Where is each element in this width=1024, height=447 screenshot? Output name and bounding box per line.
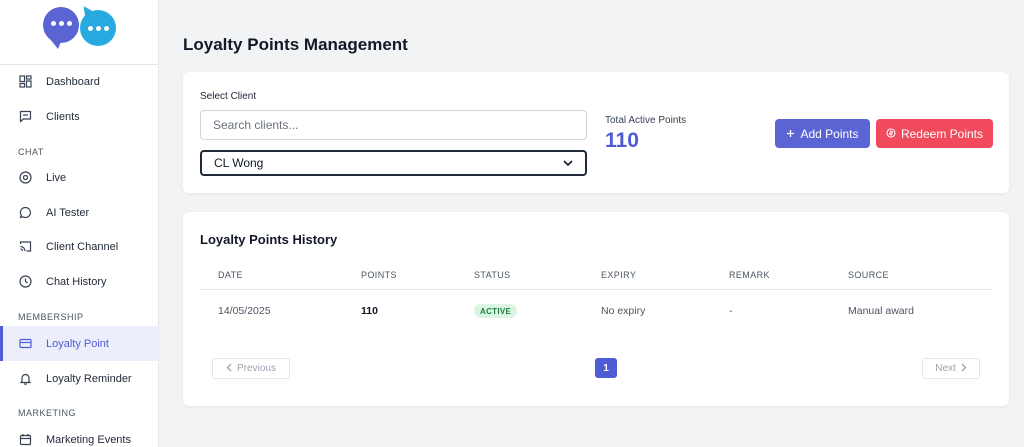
sidebar-item-label: Clients bbox=[46, 110, 80, 123]
client-search-input[interactable] bbox=[200, 110, 587, 140]
bell-icon bbox=[18, 372, 32, 386]
redeem-points-button[interactable]: Redeem Points bbox=[876, 119, 993, 148]
sidebar-item-live[interactable]: Live bbox=[0, 160, 158, 195]
cast-icon bbox=[18, 240, 32, 254]
client-select-value: CL Wong bbox=[214, 156, 264, 170]
client-points-card: Select Client CL Wong Total Active Point… bbox=[183, 72, 1009, 193]
table-header-divider bbox=[200, 289, 993, 290]
target-icon bbox=[18, 171, 32, 185]
sidebar-item-label: AI Tester bbox=[46, 206, 90, 219]
card-icon bbox=[18, 337, 32, 351]
column-header-date: DATE bbox=[218, 270, 243, 280]
sidebar-item-label: Chat History bbox=[46, 275, 107, 288]
sidebar-item-chat-history[interactable]: Chat History bbox=[0, 264, 158, 299]
coin-icon bbox=[886, 127, 896, 141]
history-title: Loyalty Points History bbox=[200, 232, 338, 247]
message-square-icon bbox=[18, 110, 32, 124]
section-label-marketing: MARKETING bbox=[18, 408, 77, 418]
column-header-remark: REMARK bbox=[729, 270, 770, 280]
previous-page-button[interactable]: Previous bbox=[212, 358, 290, 379]
sidebar-item-clients[interactable]: Clients bbox=[0, 99, 158, 134]
section-label-chat: CHAT bbox=[18, 147, 44, 157]
total-active-points-value: 110 bbox=[605, 129, 639, 152]
chevron-right-icon bbox=[961, 363, 967, 375]
next-label: Next bbox=[935, 363, 956, 374]
sidebar-item-label: Loyalty Point bbox=[46, 337, 109, 350]
total-active-points-label: Total Active Points bbox=[605, 115, 687, 126]
redeem-points-label: Redeem Points bbox=[900, 126, 984, 141]
sidebar-item-ai-tester[interactable]: AI Tester bbox=[0, 195, 158, 230]
client-select[interactable]: CL Wong bbox=[200, 150, 587, 176]
sidebar: Dashboard Clients CHAT Live AI Tester Cl… bbox=[0, 0, 159, 447]
column-header-source: SOURCE bbox=[848, 270, 889, 280]
sidebar-item-label: Client Channel bbox=[46, 240, 119, 253]
page-title: Loyalty Points Management bbox=[183, 35, 408, 54]
chevron-down-icon bbox=[563, 156, 573, 170]
app-logo[interactable] bbox=[0, 0, 158, 65]
sidebar-item-label: Marketing Events bbox=[46, 433, 131, 446]
column-header-expiry: EXPIRY bbox=[601, 270, 637, 280]
column-header-status: STATUS bbox=[474, 270, 511, 280]
column-header-points: POINTS bbox=[361, 270, 397, 280]
page-number-current[interactable]: 1 bbox=[595, 358, 617, 378]
calendar-icon bbox=[18, 433, 32, 447]
sidebar-item-label: Dashboard bbox=[46, 75, 100, 88]
sidebar-item-marketing-events[interactable]: Marketing Events bbox=[0, 422, 158, 447]
clock-icon bbox=[18, 275, 32, 289]
dashboard-icon bbox=[18, 75, 32, 89]
history-card: Loyalty Points History DATE POINTS STATU… bbox=[183, 212, 1009, 406]
cell-source: Manual award bbox=[848, 305, 914, 317]
section-label-membership: MEMBERSHIP bbox=[18, 312, 84, 322]
chat-bubble-logo-left bbox=[43, 7, 79, 49]
chevron-left-icon bbox=[226, 363, 232, 375]
sidebar-item-dashboard[interactable]: Dashboard bbox=[0, 64, 158, 99]
cell-date: 14/05/2025 bbox=[218, 305, 271, 317]
sidebar-item-label: Loyalty Reminder bbox=[46, 372, 132, 385]
cell-expiry: No expiry bbox=[601, 305, 646, 317]
chat-bubble-logo-right bbox=[80, 10, 116, 46]
status-badge: ACTIVE bbox=[474, 304, 518, 318]
sidebar-item-loyalty-reminder[interactable]: Loyalty Reminder bbox=[0, 361, 158, 396]
chat-bubble-icon bbox=[18, 206, 32, 220]
sidebar-item-label: Live bbox=[46, 171, 67, 184]
add-points-label: Add Points bbox=[800, 126, 859, 141]
previous-label: Previous bbox=[237, 363, 276, 374]
select-client-label: Select Client bbox=[200, 91, 257, 102]
cell-remark: - bbox=[729, 305, 733, 317]
next-page-button[interactable]: Next bbox=[922, 358, 980, 379]
add-points-button[interactable]: Add Points bbox=[775, 119, 870, 148]
sidebar-item-client-channel[interactable]: Client Channel bbox=[0, 229, 158, 264]
cell-points: 110 bbox=[361, 305, 378, 317]
plus-icon bbox=[786, 127, 795, 141]
sidebar-item-loyalty-point[interactable]: Loyalty Point bbox=[0, 326, 158, 361]
